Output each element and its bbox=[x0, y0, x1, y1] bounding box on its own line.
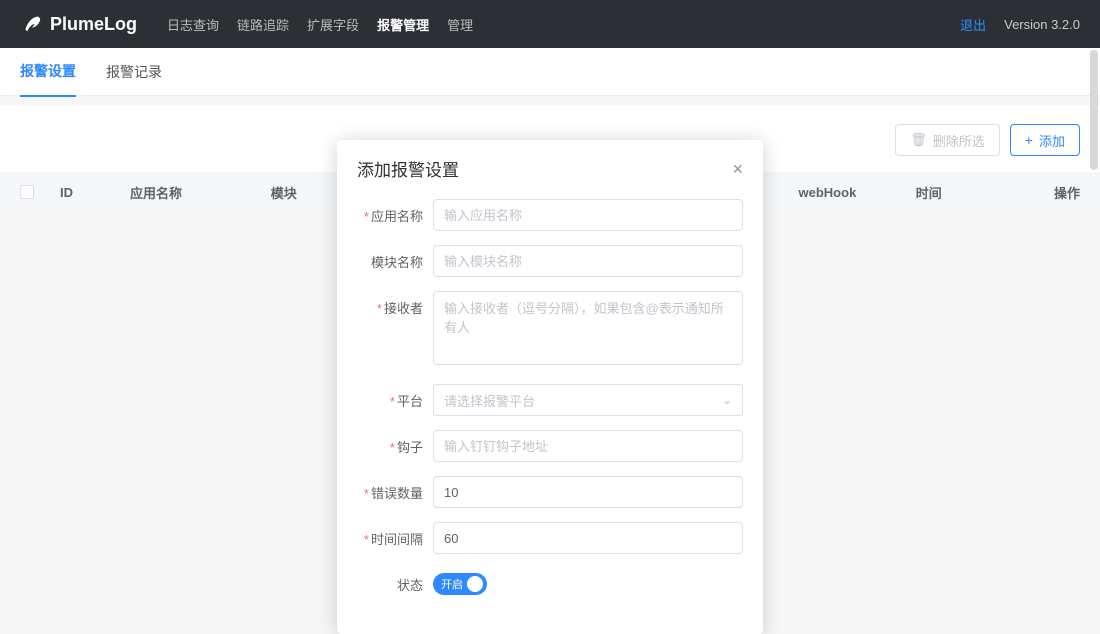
label-status: 状态 bbox=[357, 568, 423, 594]
label-hook: *钩子 bbox=[357, 430, 423, 456]
add-label: 添加 bbox=[1039, 131, 1065, 150]
row-app: *应用名称 bbox=[357, 199, 743, 231]
col-time: 时间 bbox=[916, 183, 1010, 202]
select-all-checkbox[interactable] bbox=[20, 185, 34, 199]
tab-alarm-settings[interactable]: 报警设置 bbox=[20, 47, 76, 97]
version-label: Version 3.2.0 bbox=[1004, 17, 1080, 32]
trash-icon: 🗑 bbox=[910, 132, 927, 148]
col-op: 操作 bbox=[1010, 183, 1080, 202]
label-app: *应用名称 bbox=[357, 199, 423, 225]
label-module: 模块名称 bbox=[357, 245, 423, 271]
scrollbar[interactable] bbox=[1090, 50, 1098, 170]
row-hook: *钩子 bbox=[357, 430, 743, 462]
error-count-input[interactable] bbox=[433, 476, 743, 508]
label-interval: *时间间隔 bbox=[357, 522, 423, 548]
label-count: *错误数量 bbox=[357, 476, 423, 502]
platform-placeholder: 请选择报警平台 bbox=[444, 391, 535, 410]
row-platform: *平台 请选择报警平台 ⌄ bbox=[357, 384, 743, 416]
close-icon[interactable]: × bbox=[732, 160, 743, 178]
tab-alarm-records[interactable]: 报警记录 bbox=[106, 48, 162, 96]
row-interval: *时间间隔 bbox=[357, 522, 743, 554]
delete-selected-button[interactable]: 🗑 删除所选 bbox=[895, 124, 1000, 156]
nav-items: 日志查询 链路追踪 扩展字段 报警管理 管理 bbox=[167, 15, 960, 34]
status-switch[interactable]: 开启 bbox=[433, 573, 487, 595]
row-module: 模块名称 bbox=[357, 245, 743, 277]
col-app: 应用名称 bbox=[130, 183, 271, 202]
nav-ext-fields[interactable]: 扩展字段 bbox=[307, 15, 359, 34]
label-receiver: *接收者 bbox=[357, 291, 423, 317]
plus-icon: + bbox=[1025, 133, 1033, 147]
row-status: 状态 开启 bbox=[357, 568, 743, 600]
interval-input[interactable] bbox=[433, 522, 743, 554]
navbar: PlumeLog 日志查询 链路追踪 扩展字段 报警管理 管理 退出 Versi… bbox=[0, 0, 1100, 48]
nav-trace[interactable]: 链路追踪 bbox=[237, 15, 289, 34]
nav-right: 退出 Version 3.2.0 bbox=[960, 15, 1080, 34]
col-id: ID bbox=[60, 185, 130, 200]
add-alarm-modal: 添加报警设置 × *应用名称 模块名称 *接收者 *平台 请选择报警平台 bbox=[337, 140, 763, 634]
modal-body: *应用名称 模块名称 *接收者 *平台 请选择报警平台 ⌄ bbox=[337, 189, 763, 634]
modal-header: 添加报警设置 × bbox=[337, 140, 763, 189]
add-button[interactable]: + 添加 bbox=[1010, 124, 1080, 156]
hook-input[interactable] bbox=[433, 430, 743, 462]
switch-label: 开启 bbox=[441, 576, 463, 592]
logout-link[interactable]: 退出 bbox=[960, 15, 986, 34]
col-checkbox bbox=[20, 185, 60, 199]
row-receiver: *接收者 bbox=[357, 291, 743, 370]
modal-title: 添加报警设置 bbox=[357, 156, 459, 181]
label-platform: *平台 bbox=[357, 384, 423, 410]
row-count: *错误数量 bbox=[357, 476, 743, 508]
logo: PlumeLog bbox=[20, 13, 137, 35]
platform-select[interactable]: 请选择报警平台 ⌄ bbox=[433, 384, 743, 416]
receiver-input[interactable] bbox=[433, 291, 743, 365]
nav-manage[interactable]: 管理 bbox=[447, 15, 473, 34]
switch-knob bbox=[467, 576, 483, 592]
nav-log-query[interactable]: 日志查询 bbox=[167, 15, 219, 34]
col-webhook: webHook bbox=[799, 185, 916, 200]
chevron-down-icon: ⌄ bbox=[722, 393, 732, 407]
app-name: PlumeLog bbox=[50, 14, 137, 35]
delete-label: 删除所选 bbox=[933, 131, 985, 150]
app-name-input[interactable] bbox=[433, 199, 743, 231]
feather-icon bbox=[20, 13, 42, 35]
nav-alarm[interactable]: 报警管理 bbox=[377, 15, 429, 34]
module-name-input[interactable] bbox=[433, 245, 743, 277]
tabs: 报警设置 报警记录 bbox=[0, 48, 1100, 96]
